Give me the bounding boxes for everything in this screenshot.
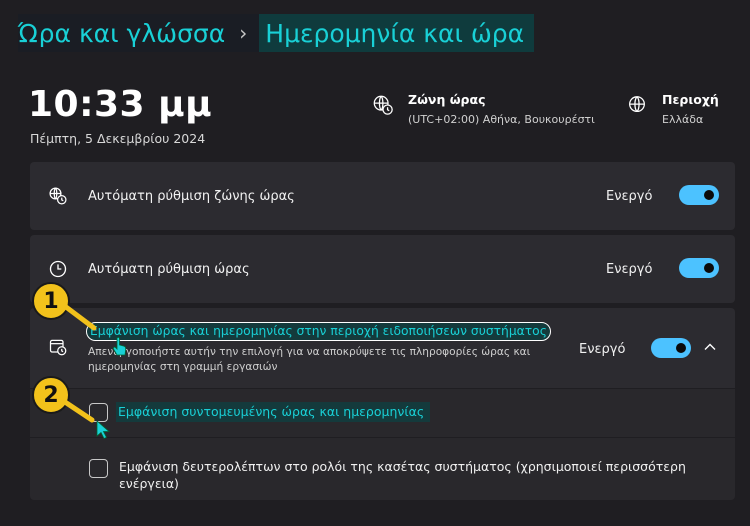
timezone-title: Ζώνη ώρας	[408, 92, 486, 107]
callout-arrow-1	[60, 301, 97, 331]
auto-time-label: Αυτόματη ρύθμιση ώρας	[88, 262, 250, 277]
globe-icon	[629, 96, 645, 113]
hand-cursor-icon	[112, 336, 127, 356]
auto-time-setting: Αυτόματη ρύθμιση ώρας Ενεργό	[30, 235, 735, 303]
seconds-in-clock-option: Εμφάνιση δευτερολέπτων στο ρολόι της κασ…	[30, 438, 735, 500]
auto-time-state: Ενεργό	[606, 262, 653, 277]
auto-timezone-state: Ενεργό	[606, 189, 653, 204]
chevron-up-icon[interactable]	[703, 340, 717, 354]
globe-clock-icon	[373, 95, 393, 115]
short-time-option: Εμφάνιση συντομευμένης ώρας και ημερομην…	[30, 389, 735, 437]
breadcrumb-separator: ›	[239, 21, 248, 45]
auto-time-toggle[interactable]	[679, 258, 719, 278]
timezone-info[interactable]: Ζώνη ώρας (UTC+02:00) Αθήνα, Βουκουρέστι	[372, 92, 595, 126]
seconds-label: Εμφάνιση δευτερολέπτων στο ρολόι της κασ…	[119, 459, 686, 491]
current-time: 10:33 μμ	[28, 84, 213, 125]
breadcrumb-parent[interactable]: Ώρα και γλώσσα	[18, 19, 225, 48]
show-time-in-tray-toggle[interactable]	[651, 338, 691, 358]
short-time-label: Εμφάνιση συντομευμένης ώρας και ημερομην…	[116, 402, 431, 422]
callout-arrow-2	[60, 397, 95, 423]
globe-clock-icon	[49, 187, 67, 205]
show-time-in-tray-state: Ενεργό	[579, 342, 626, 357]
clock-icon	[49, 260, 67, 278]
seconds-checkbox[interactable]	[89, 459, 108, 478]
region-info[interactable]: Περιοχή Ελλάδα	[626, 92, 719, 126]
current-date: Πέμπτη, 5 Δεκεμβρίου 2024	[30, 131, 206, 146]
auto-timezone-toggle[interactable]	[679, 185, 719, 205]
timezone-value: (UTC+02:00) Αθήνα, Βουκουρέστι	[408, 113, 595, 126]
calendar-clock-icon	[49, 339, 67, 356]
region-value: Ελλάδα	[662, 113, 704, 126]
show-time-in-tray-description: Απενεργοποιήστε αυτήν την επιλογή για να…	[88, 346, 531, 373]
show-time-in-tray-label: Εμφάνιση ώρας και ημερομηνίας στην περιο…	[86, 322, 551, 341]
show-time-in-tray-setting[interactable]: Εμφάνιση ώρας και ημερομηνίας στην περιο…	[30, 308, 735, 388]
breadcrumb: Ώρα και γλώσσα › Ημερομηνία και ώρα	[18, 14, 535, 52]
arrow-cursor-icon	[96, 420, 110, 440]
breadcrumb-current: Ημερομηνία και ώρα	[259, 14, 535, 52]
auto-timezone-label: Αυτόματη ρύθμιση ζώνης ώρας	[88, 189, 295, 204]
auto-timezone-setting: Αυτόματη ρύθμιση ζώνης ώρας Ενεργό	[30, 162, 735, 230]
region-title: Περιοχή	[662, 92, 719, 107]
